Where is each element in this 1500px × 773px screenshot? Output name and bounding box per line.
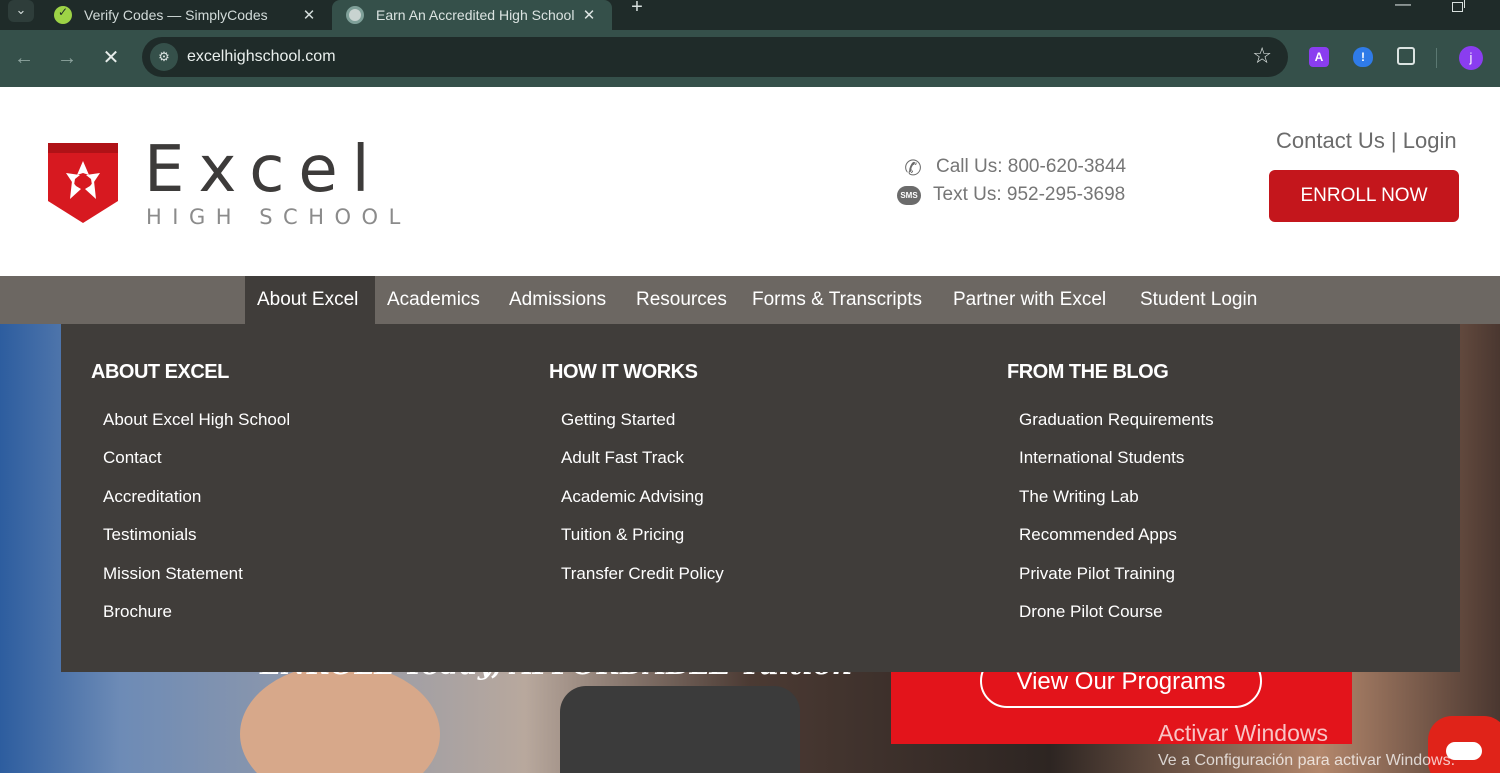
nav-academics[interactable]: Academics (387, 276, 480, 324)
simplycodes-favicon-icon (54, 5, 72, 24)
address-bar[interactable]: ⚙ excelhighschool.com ☆ (142, 37, 1288, 77)
nav-about-excel[interactable]: About Excel (245, 276, 375, 324)
text-us-text: Text Us: 952-295-3698 (933, 184, 1126, 205)
close-tab-icon[interactable]: ✕ (296, 6, 322, 24)
excel-shield-logo-icon[interactable] (48, 143, 118, 223)
extension-shield-icon[interactable]: ! (1353, 47, 1373, 67)
text-us-line[interactable]: SMS Text Us: 952-295-3698 (897, 184, 1125, 206)
column-heading: HOW IT WORKS (549, 361, 698, 383)
link-recommended-apps[interactable]: Recommended Apps (1019, 523, 1214, 561)
profile-avatar[interactable]: j (1459, 46, 1483, 70)
link-adult-fast-track[interactable]: Adult Fast Track (561, 446, 724, 484)
enroll-now-button[interactable]: ENROLL NOW (1269, 170, 1459, 222)
link-graduation-requirements[interactable]: Graduation Requirements (1019, 408, 1214, 446)
link-testimonials[interactable]: Testimonials (103, 523, 290, 561)
link-transfer-credit-policy[interactable]: Transfer Credit Policy (561, 562, 724, 600)
logo-wordmark[interactable]: Excel (144, 133, 384, 207)
extensions-puzzle-icon[interactable] (1397, 47, 1415, 65)
link-mission-statement[interactable]: Mission Statement (103, 562, 290, 600)
phone-photo (560, 686, 800, 773)
column-heading: ABOUT EXCEL (91, 361, 229, 383)
link-getting-started[interactable]: Getting Started (561, 408, 724, 446)
logo-subtitle: HIGH SCHOOL (146, 205, 411, 229)
url-text[interactable]: excelhighschool.com (187, 48, 336, 66)
main-navigation: About Excel Academics Admissions Resourc… (0, 276, 1500, 324)
close-tab-icon[interactable]: ✕ (576, 6, 602, 24)
link-the-writing-lab[interactable]: The Writing Lab (1019, 485, 1214, 523)
windows-activation-title: Activar Windows (1158, 720, 1328, 746)
link-brochure[interactable]: Brochure (103, 600, 290, 638)
nav-student-login[interactable]: Student Login (1140, 276, 1257, 324)
back-arrow-icon[interactable]: ← (11, 46, 37, 72)
about-excel-dropdown: ABOUT EXCEL About Excel High School Cont… (61, 324, 1460, 672)
extension-a-icon[interactable]: A (1309, 47, 1329, 67)
browser-tab-strip: ⌄ Verify Codes — SimplyCodes ✕ Earn An A… (0, 0, 1500, 30)
loading-favicon-icon (346, 6, 364, 24)
link-drone-pilot-course[interactable]: Drone Pilot Course (1019, 600, 1214, 638)
link-private-pilot-training[interactable]: Private Pilot Training (1019, 562, 1214, 600)
bookmark-star-icon[interactable]: ☆ (1252, 43, 1272, 69)
nav-admissions[interactable]: Admissions (509, 276, 606, 324)
site-info-icon[interactable]: ⚙ (150, 43, 178, 71)
tab-title: Verify Codes — SimplyCodes (84, 7, 268, 23)
link-accreditation[interactable]: Accreditation (103, 485, 290, 523)
tab-search-chevron-icon[interactable]: ⌄ (8, 0, 34, 22)
stop-loading-icon[interactable]: ✕ (98, 46, 124, 72)
tab-title: Earn An Accredited High School (376, 7, 575, 23)
sms-icon: SMS (897, 185, 921, 205)
link-tuition-pricing[interactable]: Tuition & Pricing (561, 523, 724, 561)
tab-simplycodes[interactable]: Verify Codes — SimplyCodes ✕ (40, 0, 332, 30)
link-academic-advising[interactable]: Academic Advising (561, 485, 724, 523)
site-header: Excel HIGH SCHOOL ✆ Call Us: 800-620-384… (0, 87, 1500, 276)
restore-window-icon[interactable] (1447, 0, 1469, 20)
minimize-window-icon[interactable]: — (1392, 0, 1414, 20)
tab-excel-high-school[interactable]: Earn An Accredited High School ✕ (332, 0, 612, 30)
forward-arrow-icon[interactable]: → (54, 46, 80, 72)
link-international-students[interactable]: International Students (1019, 446, 1214, 484)
contact-login-links[interactable]: Contact Us | Login (1276, 128, 1457, 154)
call-us-line[interactable]: ✆ Call Us: 800-620-3844 (900, 156, 1127, 180)
new-tab-plus-icon[interactable]: + (624, 0, 650, 22)
link-contact[interactable]: Contact (103, 446, 290, 484)
nav-forms-transcripts[interactable]: Forms & Transcripts (752, 276, 922, 324)
nav-partner-with-excel[interactable]: Partner with Excel (953, 276, 1106, 324)
toolbar-divider (1436, 48, 1437, 68)
call-us-text: Call Us: 800-620-3844 (936, 156, 1127, 177)
browser-toolbar: ← → ✕ ⚙ excelhighschool.com ☆ A ! j (0, 30, 1500, 87)
nav-resources[interactable]: Resources (636, 276, 727, 324)
windows-activation-subtitle: Ve a Configuración para activar Windows. (1158, 752, 1456, 769)
column-heading: FROM THE BLOG (1007, 361, 1169, 383)
phone-icon: ✆ (904, 157, 922, 180)
link-about-excel-high-school[interactable]: About Excel High School (103, 408, 290, 446)
